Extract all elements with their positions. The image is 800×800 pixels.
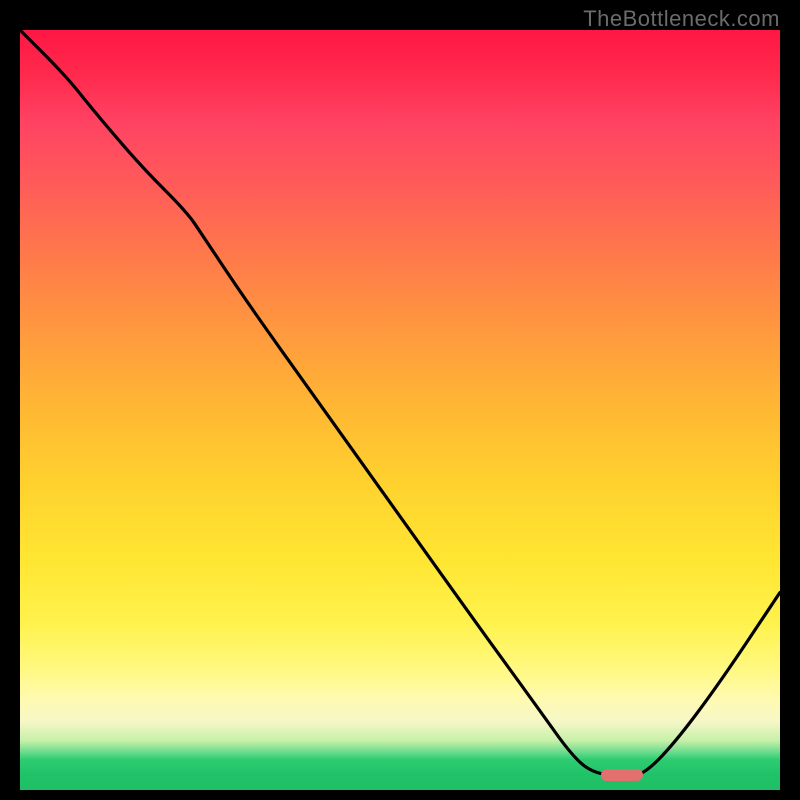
chart-frame [20,30,780,790]
bottleneck-curve [20,30,780,790]
optimal-marker [601,769,643,781]
watermark-text: TheBottleneck.com [583,6,780,32]
